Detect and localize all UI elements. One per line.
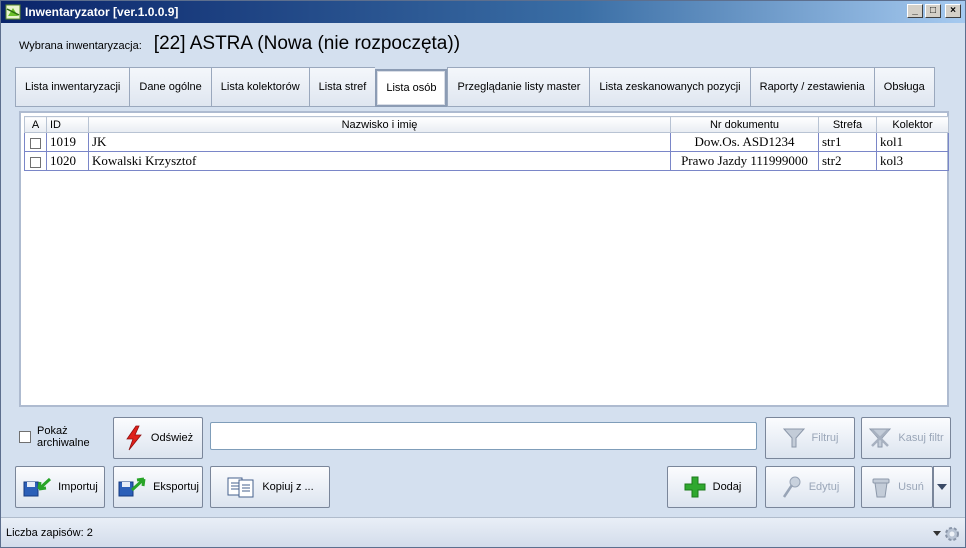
refresh-button[interactable]: Odśwież — [113, 417, 203, 459]
selected-inventory-value: [22] ASTRA (Nowa (nie rozpoczęta)) — [153, 33, 461, 54]
app-window: Inwentaryzator [ver.1.0.0.9] _ □ × Wybra… — [0, 0, 966, 548]
maximize-button[interactable]: □ — [925, 4, 941, 18]
window-title: Inwentaryzator [ver.1.0.0.9] — [25, 5, 179, 19]
column-header-id[interactable]: ID — [46, 116, 89, 133]
cell-id: 1020 — [46, 151, 89, 171]
selected-inventory-label: Wybrana inwentaryzacja: — [19, 40, 142, 52]
export-label: Eksportuj — [153, 481, 199, 493]
lightning-icon — [126, 425, 142, 451]
cell-collector: kol1 — [876, 132, 949, 152]
trash-icon — [872, 478, 890, 498]
tab-reports[interactable]: Raporty / zestawienia — [749, 67, 874, 107]
row-checkbox[interactable] — [30, 156, 41, 168]
import-button[interactable]: Importuj — [15, 466, 105, 508]
edit-label: Edytuj — [808, 481, 840, 493]
copy-from-label: Kopiuj z ... — [262, 481, 314, 493]
close-button[interactable]: × — [945, 4, 961, 18]
clear-filter-button[interactable]: Kasuj filtr — [861, 417, 951, 459]
tab-inventory-list[interactable]: Lista inwentaryzacji — [15, 67, 130, 107]
export-icon — [118, 477, 146, 497]
tab-zone-list[interactable]: Lista stref — [308, 67, 376, 107]
table-row[interactable]: 1020 Kowalski Krzysztof Prawo Jazdy 1119… — [24, 151, 949, 171]
delete-label: Usuń — [898, 481, 924, 493]
plus-icon — [684, 476, 706, 498]
minimize-button[interactable]: _ — [907, 4, 923, 18]
chevron-down-icon — [937, 484, 947, 490]
cell-zone: str2 — [818, 151, 877, 171]
status-bar: Liczba zapisów: 2 — [1, 517, 965, 547]
tab-scanned-items[interactable]: Lista zeskanowanych pozycji — [589, 67, 750, 107]
title-bar[interactable]: Inwentaryzator [ver.1.0.0.9] _ □ × — [1, 1, 965, 23]
chevron-down-icon[interactable] — [933, 531, 941, 537]
column-header-zone[interactable]: Strefa — [818, 116, 877, 133]
app-icon — [5, 4, 21, 20]
add-label: Dodaj — [712, 481, 742, 493]
column-header-name[interactable]: Nazwisko i imię — [88, 116, 671, 133]
funnel-icon — [782, 428, 805, 448]
show-archived-label-2: archiwalne — [37, 437, 90, 449]
copy-icon — [227, 477, 254, 498]
selected-inventory: Wybrana inwentaryzacja: [22] ASTRA (Nowa… — [19, 31, 460, 57]
column-header-a[interactable]: A — [24, 116, 47, 133]
filter-button[interactable]: Filtruj — [765, 417, 855, 459]
clear-filter-label: Kasuj filtr — [898, 432, 944, 444]
cell-id: 1019 — [46, 132, 89, 152]
delete-button[interactable]: Usuń — [861, 466, 933, 508]
import-label: Importuj — [58, 481, 98, 493]
show-archived-checkbox[interactable] — [19, 431, 31, 443]
filter-input[interactable] — [210, 422, 757, 450]
tab-general-data[interactable]: Dane ogólne — [129, 67, 211, 107]
copy-from-button[interactable]: Kopiuj z ... — [210, 466, 330, 508]
cell-collector: kol3 — [876, 151, 949, 171]
cell-document: Dow.Os. ASD1234 — [670, 132, 819, 152]
add-button[interactable]: Dodaj — [667, 466, 757, 508]
gear-icon[interactable] — [943, 525, 961, 543]
edit-button[interactable]: Edytuj — [765, 466, 855, 508]
record-count: Liczba zapisów: 2 — [6, 526, 93, 539]
export-button[interactable]: Eksportuj — [113, 466, 203, 508]
cell-name: Kowalski Krzysztof — [88, 151, 671, 171]
cell-document: Prawo Jazdy 111999000 — [670, 151, 819, 171]
cell-zone: str1 — [818, 132, 877, 152]
tab-person-list[interactable]: Lista osób — [375, 69, 448, 107]
row-checkbox[interactable] — [30, 137, 41, 149]
column-header-document[interactable]: Nr dokumentu — [670, 116, 819, 133]
show-archived-toggle[interactable]: Pokaż archiwalne — [19, 425, 90, 449]
show-archived-label: Pokaż — [37, 425, 68, 437]
clear-filter-icon — [869, 428, 892, 448]
tab-master-list[interactable]: Przeglądanie listy master — [447, 67, 590, 107]
person-grid-panel: A ID Nazwisko i imię Nr dokumentu Strefa… — [19, 111, 949, 407]
filter-label: Filtruj — [811, 432, 839, 444]
pen-icon — [782, 476, 801, 498]
cell-name: JK — [88, 132, 671, 152]
tab-collector-list[interactable]: Lista kolektorów — [210, 67, 309, 107]
delete-options-dropdown[interactable] — [933, 466, 951, 508]
refresh-label: Odśwież — [150, 432, 194, 444]
column-header-collector[interactable]: Kolektor — [876, 116, 949, 133]
tab-bar: Lista inwentaryzacji Dane ogólne Lista k… — [15, 67, 935, 107]
person-grid: A ID Nazwisko i imię Nr dokumentu Strefa… — [24, 116, 949, 171]
table-row[interactable]: 1019 JK Dow.Os. ASD1234 str1 kol1 — [24, 132, 949, 152]
tab-service[interactable]: Obsługa — [873, 67, 935, 107]
import-icon — [23, 477, 52, 497]
